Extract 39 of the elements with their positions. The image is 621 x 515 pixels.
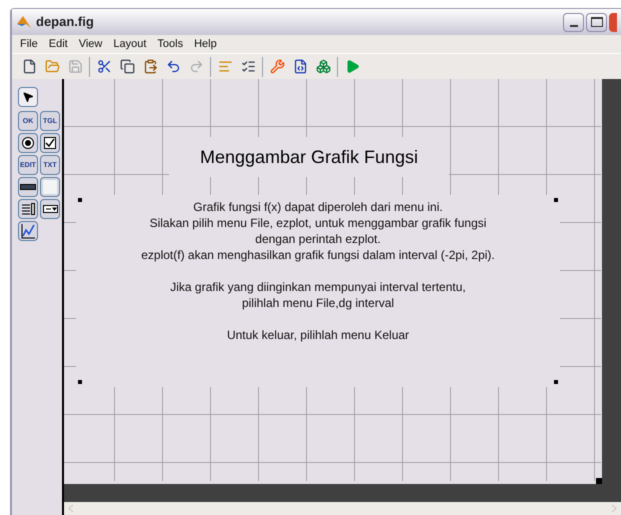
copy-icon[interactable]	[118, 58, 136, 76]
palette-tool-button[interactable]	[18, 221, 38, 241]
menu-item[interactable]: Edit	[48, 36, 68, 52]
body-text-line: pilihlah menu File,dg interval	[242, 295, 394, 311]
palette-tool-button[interactable]	[18, 199, 38, 219]
palette-tool-button[interactable]	[18, 133, 38, 153]
body-text-line: Grafik fungsi f(x) dapat diperoleh dari menu ini.	[193, 199, 443, 215]
menu-item[interactable]: Layout	[113, 36, 146, 52]
resize-handle[interactable]	[596, 478, 602, 484]
body-text-line: dengan perintah ezplot.	[255, 231, 381, 247]
pointer-icon	[22, 91, 34, 103]
listbox-icon	[21, 203, 35, 215]
palette-tool-button[interactable]	[40, 199, 60, 219]
checkbox-icon	[44, 137, 56, 149]
app-logo-icon	[16, 15, 32, 29]
menu-item[interactable]: View	[78, 36, 102, 52]
select-tool-button[interactable]	[18, 87, 38, 107]
popup-menu-icon	[42, 205, 58, 213]
maximize-button[interactable]	[586, 12, 607, 32]
cubes-icon[interactable]	[314, 58, 332, 76]
palette-tool-button[interactable]	[40, 133, 60, 153]
palette-tool-button[interactable]	[18, 177, 38, 197]
body-text-line: Jika grafik yang diinginkan mempunyai interval tertentu,	[170, 279, 466, 295]
menu-item[interactable]: Help	[194, 36, 217, 52]
cut-icon[interactable]	[95, 58, 113, 76]
wrench-icon[interactable]	[268, 58, 286, 76]
slider-icon	[20, 184, 36, 190]
body-text-line: ezplot(f) akan menghasilkan grafik fungsi dalam interval (-2pi, 2pi).	[141, 247, 495, 263]
body-text-line: Silakan pilih menu File, ezplot, untuk menggambar grafik fungsi	[150, 215, 486, 231]
window-title: depan.fig	[36, 13, 94, 32]
radio-icon	[22, 137, 34, 149]
heading-text: Menggambar Grafik Fungsi	[200, 146, 418, 169]
minimize-button[interactable]	[563, 12, 584, 32]
menu-item[interactable]: File	[20, 36, 38, 52]
menu-item[interactable]: Tools	[157, 36, 184, 52]
frame-icon	[42, 179, 58, 195]
axes-icon	[20, 223, 36, 239]
body-text-line: Untuk keluar, pilihlah menu Keluar	[226, 327, 410, 343]
close-button[interactable]	[609, 12, 617, 32]
